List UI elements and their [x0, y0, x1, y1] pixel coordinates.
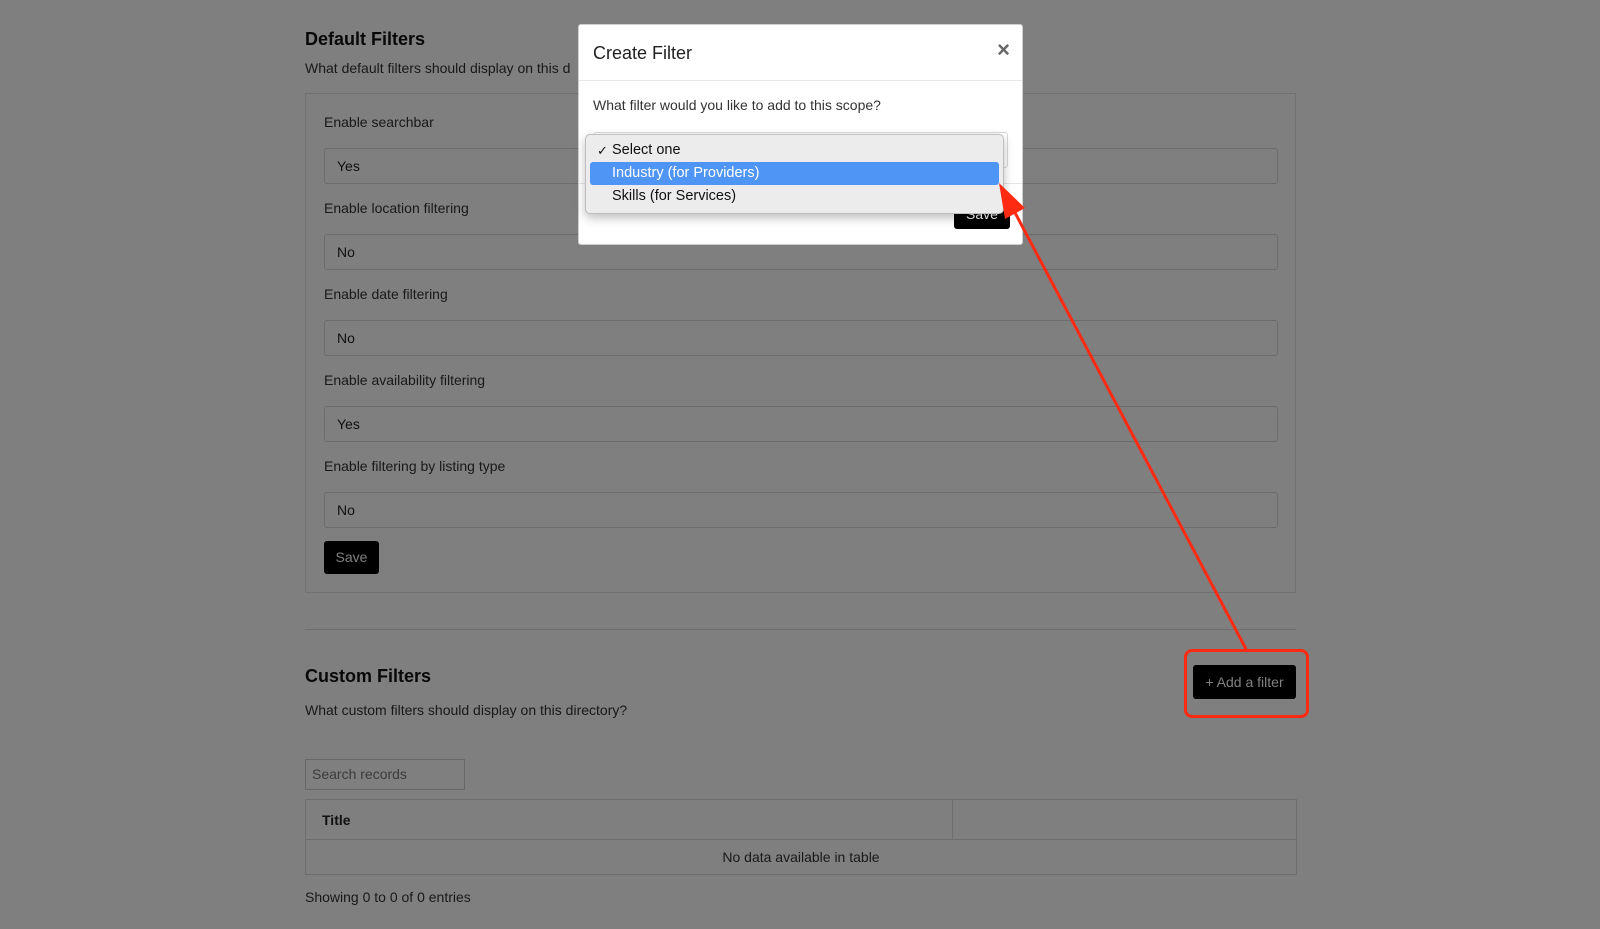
dropdown-option-label: Industry (for Providers) — [612, 165, 760, 181]
modal-title: Create Filter — [593, 43, 693, 63]
dropdown-option-skills[interactable]: Skills (for Services) — [590, 185, 999, 208]
modal-question: What filter would you like to add to thi… — [593, 97, 881, 113]
filter-type-dropdown: ✓ Select one Industry (for Providers) Sk… — [585, 134, 1004, 214]
close-icon[interactable]: × — [997, 39, 1010, 61]
dropdown-option-select-one[interactable]: ✓ Select one — [590, 139, 999, 162]
modal-header: Create Filter × — [579, 25, 1022, 81]
dropdown-option-industry[interactable]: Industry (for Providers) — [590, 162, 999, 185]
checkmark-icon: ✓ — [597, 143, 608, 158]
dropdown-option-label: Skills (for Services) — [612, 188, 737, 204]
dropdown-option-label: Select one — [612, 142, 681, 158]
annotation-highlight-box — [1184, 649, 1309, 718]
